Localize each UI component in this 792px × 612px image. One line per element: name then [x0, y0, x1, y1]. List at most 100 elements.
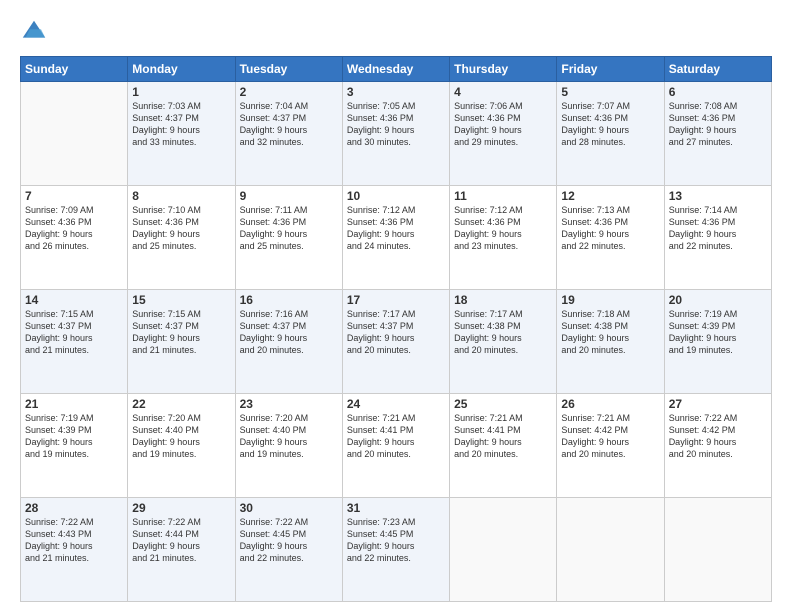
day-info: Sunrise: 7:13 AMSunset: 4:36 PMDaylight:… — [561, 204, 659, 253]
calendar-cell: 30Sunrise: 7:22 AMSunset: 4:45 PMDayligh… — [235, 498, 342, 602]
day-info: Sunrise: 7:15 AMSunset: 4:37 PMDaylight:… — [25, 308, 123, 357]
day-number: 15 — [132, 293, 230, 307]
calendar-cell: 17Sunrise: 7:17 AMSunset: 4:37 PMDayligh… — [342, 290, 449, 394]
day-number: 18 — [454, 293, 552, 307]
day-number: 16 — [240, 293, 338, 307]
day-number: 6 — [669, 85, 767, 99]
day-header-monday: Monday — [128, 57, 235, 82]
calendar-cell: 28Sunrise: 7:22 AMSunset: 4:43 PMDayligh… — [21, 498, 128, 602]
calendar-header: SundayMondayTuesdayWednesdayThursdayFrid… — [21, 57, 772, 82]
day-header-saturday: Saturday — [664, 57, 771, 82]
day-number: 27 — [669, 397, 767, 411]
day-number: 31 — [347, 501, 445, 515]
day-number: 23 — [240, 397, 338, 411]
calendar-cell: 8Sunrise: 7:10 AMSunset: 4:36 PMDaylight… — [128, 186, 235, 290]
calendar-cell: 15Sunrise: 7:15 AMSunset: 4:37 PMDayligh… — [128, 290, 235, 394]
calendar-cell: 9Sunrise: 7:11 AMSunset: 4:36 PMDaylight… — [235, 186, 342, 290]
day-info: Sunrise: 7:20 AMSunset: 4:40 PMDaylight:… — [240, 412, 338, 461]
calendar-cell — [450, 498, 557, 602]
calendar-cell: 1Sunrise: 7:03 AMSunset: 4:37 PMDaylight… — [128, 82, 235, 186]
calendar-cell: 24Sunrise: 7:21 AMSunset: 4:41 PMDayligh… — [342, 394, 449, 498]
day-number: 24 — [347, 397, 445, 411]
day-number: 12 — [561, 189, 659, 203]
day-number: 4 — [454, 85, 552, 99]
day-number: 22 — [132, 397, 230, 411]
day-info: Sunrise: 7:17 AMSunset: 4:38 PMDaylight:… — [454, 308, 552, 357]
calendar-cell: 29Sunrise: 7:22 AMSunset: 4:44 PMDayligh… — [128, 498, 235, 602]
calendar-cell: 13Sunrise: 7:14 AMSunset: 4:36 PMDayligh… — [664, 186, 771, 290]
day-number: 9 — [240, 189, 338, 203]
calendar-cell: 25Sunrise: 7:21 AMSunset: 4:41 PMDayligh… — [450, 394, 557, 498]
calendar-cell: 26Sunrise: 7:21 AMSunset: 4:42 PMDayligh… — [557, 394, 664, 498]
day-number: 10 — [347, 189, 445, 203]
day-number: 5 — [561, 85, 659, 99]
logo — [20, 18, 52, 46]
calendar-cell — [664, 498, 771, 602]
day-number: 1 — [132, 85, 230, 99]
day-info: Sunrise: 7:17 AMSunset: 4:37 PMDaylight:… — [347, 308, 445, 357]
day-number: 21 — [25, 397, 123, 411]
day-number: 2 — [240, 85, 338, 99]
day-info: Sunrise: 7:07 AMSunset: 4:36 PMDaylight:… — [561, 100, 659, 149]
day-info: Sunrise: 7:12 AMSunset: 4:36 PMDaylight:… — [347, 204, 445, 253]
calendar-body: 1Sunrise: 7:03 AMSunset: 4:37 PMDaylight… — [21, 82, 772, 602]
calendar-cell: 11Sunrise: 7:12 AMSunset: 4:36 PMDayligh… — [450, 186, 557, 290]
day-info: Sunrise: 7:04 AMSunset: 4:37 PMDaylight:… — [240, 100, 338, 149]
calendar-cell: 5Sunrise: 7:07 AMSunset: 4:36 PMDaylight… — [557, 82, 664, 186]
day-number: 25 — [454, 397, 552, 411]
calendar-cell: 14Sunrise: 7:15 AMSunset: 4:37 PMDayligh… — [21, 290, 128, 394]
calendar-cell: 19Sunrise: 7:18 AMSunset: 4:38 PMDayligh… — [557, 290, 664, 394]
day-info: Sunrise: 7:21 AMSunset: 4:41 PMDaylight:… — [454, 412, 552, 461]
calendar-cell: 27Sunrise: 7:22 AMSunset: 4:42 PMDayligh… — [664, 394, 771, 498]
day-number: 20 — [669, 293, 767, 307]
day-info: Sunrise: 7:03 AMSunset: 4:37 PMDaylight:… — [132, 100, 230, 149]
calendar-cell: 22Sunrise: 7:20 AMSunset: 4:40 PMDayligh… — [128, 394, 235, 498]
day-info: Sunrise: 7:22 AMSunset: 4:44 PMDaylight:… — [132, 516, 230, 565]
day-info: Sunrise: 7:18 AMSunset: 4:38 PMDaylight:… — [561, 308, 659, 357]
calendar-cell: 12Sunrise: 7:13 AMSunset: 4:36 PMDayligh… — [557, 186, 664, 290]
calendar-cell: 21Sunrise: 7:19 AMSunset: 4:39 PMDayligh… — [21, 394, 128, 498]
calendar-cell — [21, 82, 128, 186]
calendar-cell: 20Sunrise: 7:19 AMSunset: 4:39 PMDayligh… — [664, 290, 771, 394]
day-info: Sunrise: 7:12 AMSunset: 4:36 PMDaylight:… — [454, 204, 552, 253]
day-info: Sunrise: 7:15 AMSunset: 4:37 PMDaylight:… — [132, 308, 230, 357]
day-info: Sunrise: 7:21 AMSunset: 4:41 PMDaylight:… — [347, 412, 445, 461]
calendar-cell — [557, 498, 664, 602]
day-number: 17 — [347, 293, 445, 307]
week-row-1: 7Sunrise: 7:09 AMSunset: 4:36 PMDaylight… — [21, 186, 772, 290]
day-info: Sunrise: 7:09 AMSunset: 4:36 PMDaylight:… — [25, 204, 123, 253]
day-number: 29 — [132, 501, 230, 515]
calendar-cell: 6Sunrise: 7:08 AMSunset: 4:36 PMDaylight… — [664, 82, 771, 186]
day-header-wednesday: Wednesday — [342, 57, 449, 82]
day-info: Sunrise: 7:21 AMSunset: 4:42 PMDaylight:… — [561, 412, 659, 461]
day-number: 30 — [240, 501, 338, 515]
calendar-cell: 4Sunrise: 7:06 AMSunset: 4:36 PMDaylight… — [450, 82, 557, 186]
day-info: Sunrise: 7:16 AMSunset: 4:37 PMDaylight:… — [240, 308, 338, 357]
day-number: 14 — [25, 293, 123, 307]
day-info: Sunrise: 7:06 AMSunset: 4:36 PMDaylight:… — [454, 100, 552, 149]
day-info: Sunrise: 7:20 AMSunset: 4:40 PMDaylight:… — [132, 412, 230, 461]
week-row-2: 14Sunrise: 7:15 AMSunset: 4:37 PMDayligh… — [21, 290, 772, 394]
day-number: 3 — [347, 85, 445, 99]
day-info: Sunrise: 7:22 AMSunset: 4:45 PMDaylight:… — [240, 516, 338, 565]
day-header-sunday: Sunday — [21, 57, 128, 82]
page: SundayMondayTuesdayWednesdayThursdayFrid… — [0, 0, 792, 612]
day-header-friday: Friday — [557, 57, 664, 82]
calendar-cell: 3Sunrise: 7:05 AMSunset: 4:36 PMDaylight… — [342, 82, 449, 186]
day-header-tuesday: Tuesday — [235, 57, 342, 82]
header — [20, 18, 772, 46]
week-row-0: 1Sunrise: 7:03 AMSunset: 4:37 PMDaylight… — [21, 82, 772, 186]
calendar-cell: 31Sunrise: 7:23 AMSunset: 4:45 PMDayligh… — [342, 498, 449, 602]
day-info: Sunrise: 7:11 AMSunset: 4:36 PMDaylight:… — [240, 204, 338, 253]
week-row-3: 21Sunrise: 7:19 AMSunset: 4:39 PMDayligh… — [21, 394, 772, 498]
logo-icon — [20, 18, 48, 46]
day-number: 11 — [454, 189, 552, 203]
day-info: Sunrise: 7:23 AMSunset: 4:45 PMDaylight:… — [347, 516, 445, 565]
day-info: Sunrise: 7:05 AMSunset: 4:36 PMDaylight:… — [347, 100, 445, 149]
day-number: 19 — [561, 293, 659, 307]
days-of-week-row: SundayMondayTuesdayWednesdayThursdayFrid… — [21, 57, 772, 82]
day-info: Sunrise: 7:14 AMSunset: 4:36 PMDaylight:… — [669, 204, 767, 253]
day-number: 8 — [132, 189, 230, 203]
day-number: 13 — [669, 189, 767, 203]
day-number: 26 — [561, 397, 659, 411]
